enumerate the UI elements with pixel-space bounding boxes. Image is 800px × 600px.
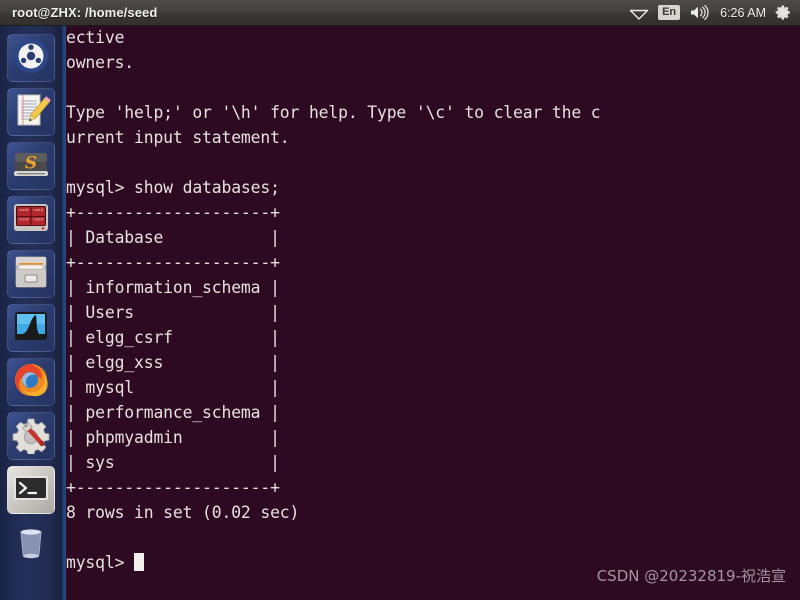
svg-text:root#: root#: [18, 217, 29, 221]
sublime-s-icon: S: [11, 144, 51, 189]
shark-fin-icon: [11, 306, 51, 351]
launcher-item-wireshark[interactable]: [7, 304, 55, 352]
launcher-item-trash[interactable]: [7, 520, 55, 568]
terminal-cursor: [134, 553, 145, 571]
launcher-item-file-archiver[interactable]: [7, 250, 55, 298]
svg-text:root#: root#: [33, 217, 44, 221]
file-cabinet-icon: [11, 252, 51, 297]
keyboard-layout-indicator[interactable]: En: [658, 0, 681, 26]
top-panel: root@ZHX: /home/seed En 6:26 AM: [0, 0, 800, 26]
document-pencil-icon: [11, 90, 51, 135]
launcher-item-text-editor[interactable]: [7, 88, 55, 136]
keyboard-layout-label: En: [658, 4, 681, 21]
gear-wrench-icon: [11, 414, 51, 459]
terminal-output: ective owners. Type 'help;' or '\h' for …: [66, 28, 601, 572]
launcher-item-firefox[interactable]: [7, 358, 55, 406]
firefox-icon: [11, 360, 51, 405]
terminal-prompt-icon: [11, 468, 51, 513]
unity-launcher: S root# root# root# root#: [0, 26, 62, 600]
launcher-item-sublime-text[interactable]: S: [7, 142, 55, 190]
launcher-item-ubuntu-dash[interactable]: [7, 34, 55, 82]
launcher-item-system-settings[interactable]: [7, 412, 55, 460]
svg-text:root#: root#: [33, 208, 44, 212]
system-tray: En 6:26 AM: [629, 0, 792, 26]
svg-text:S: S: [25, 153, 37, 173]
clock-label: 6:26 AM: [720, 5, 766, 20]
watermark-label: CSDN @20232819-祝浩宣: [596, 567, 786, 585]
terminal-window[interactable]: ective owners. Type 'help;' or '\h' for …: [62, 26, 800, 600]
launcher-item-terminal[interactable]: [7, 466, 55, 514]
volume-icon[interactable]: [689, 0, 711, 26]
wifi-icon[interactable]: [629, 0, 649, 26]
ubuntu-logo-icon: [11, 36, 51, 81]
svg-text:root#: root#: [18, 208, 29, 212]
trash-bin-icon: [11, 522, 51, 567]
launcher-item-terminator[interactable]: root# root# root# root#: [7, 196, 55, 244]
gear-icon[interactable]: [775, 0, 792, 26]
clock[interactable]: 6:26 AM: [720, 0, 766, 26]
red-quad-terminal-icon: root# root# root# root#: [11, 198, 51, 243]
desktop-screen: root@ZHX: /home/seed En 6:26 AM S root# …: [0, 0, 800, 600]
window-title: root@ZHX: /home/seed: [12, 5, 158, 20]
